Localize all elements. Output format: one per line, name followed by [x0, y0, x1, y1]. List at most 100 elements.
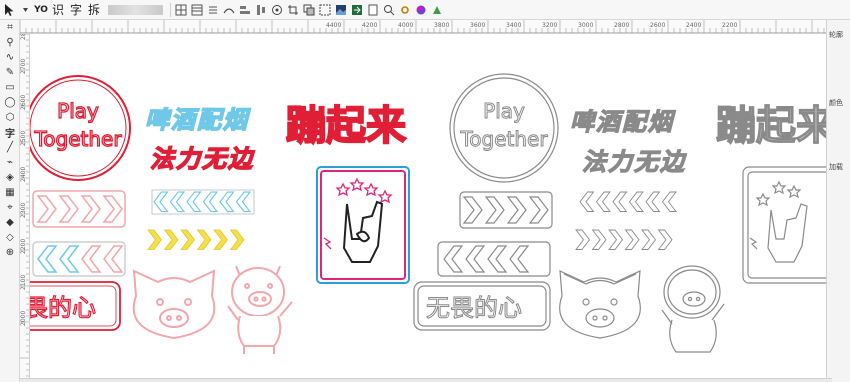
ellipse-tool-icon[interactable]: ◯ — [0, 95, 20, 110]
vertical-ruler: 2800 2700 2600 2500 2400 2300 2200 2100 … — [20, 34, 30, 382]
ruler-label: 2200 — [722, 22, 738, 29]
chevrons-outline-left[interactable] — [575, 191, 677, 250]
page-icon[interactable] — [366, 2, 380, 18]
horizontal-ruler: 4400 4200 4000 3800 3600 3400 3200 3000 … — [20, 20, 832, 34]
text-button[interactable]: 字 — [68, 2, 84, 18]
pig-face-pink[interactable] — [132, 269, 216, 340]
add-tool-icon[interactable]: ⊕ — [0, 245, 20, 260]
ruler-label: 4000 — [398, 22, 414, 29]
docker-tab-load[interactable]: 加载 — [829, 162, 849, 172]
docker-tab-outline[interactable]: 轮廓 — [829, 30, 849, 40]
status-bar — [20, 378, 832, 382]
fear-heart-badge-left[interactable]: 畏的心 — [30, 281, 121, 331]
freehand-tool-icon[interactable]: ∿ — [0, 50, 20, 65]
chevrons-outline-right[interactable] — [459, 191, 553, 229]
beer-text[interactable]: 啤酒配烟 — [144, 104, 251, 135]
artistic-media-icon[interactable]: ✎ — [0, 65, 20, 80]
badge-line2-outline: Together — [459, 127, 548, 151]
ruler-label: 2400 — [686, 22, 702, 29]
ruler-label: 3400 — [506, 22, 522, 29]
ruler-label: 4200 — [362, 22, 378, 29]
ruler-label: 4400 — [326, 22, 342, 29]
fear-text-outline: 无畏的心 — [426, 294, 522, 322]
artwork-svg: Play Together 啤酒配烟 法力无边 蹦起来 畏的心 Play Tog… — [30, 73, 826, 354]
ruler-label: 3200 — [542, 22, 558, 29]
ruler-label: 3000 — [578, 22, 594, 29]
ruler-label: 2700 — [20, 58, 27, 74]
line-tool-icon[interactable]: ╱ — [0, 140, 20, 155]
eyedropper-tool-icon[interactable]: ⌖ — [0, 200, 20, 215]
split-button[interactable]: 拆 — [86, 2, 102, 18]
beer-text-outline[interactable]: 啤酒配烟 — [569, 106, 676, 136]
curve-icon[interactable] — [222, 2, 236, 18]
mixed-chevrons[interactable] — [32, 241, 126, 277]
fa-text-outline[interactable]: 法力无边 — [581, 146, 687, 176]
ruler-label: 2200 — [20, 238, 27, 254]
ruler-label: 2100 — [20, 274, 27, 290]
distribute-icon[interactable] — [254, 2, 268, 18]
settings-icon[interactable] — [398, 2, 412, 18]
cyan-chevrons[interactable] — [151, 189, 255, 215]
left-toolbox: ⌗ ⚲ ∿ ✎ ▭ ◯ ⬡ 字 ╱ ⌁ ◈ ▦ ⌖ ◆ ◇ ⊕ — [0, 20, 20, 382]
fill-tool-icon[interactable]: ◆ — [0, 215, 20, 230]
pig-face-outline[interactable] — [559, 270, 641, 339]
pig-standing-outline[interactable] — [661, 265, 725, 353]
ruler-label: 2600 — [650, 22, 666, 29]
grid-icon[interactable] — [174, 2, 188, 18]
dropdown-arrow-icon[interactable] — [18, 2, 32, 18]
fear-heart-badge-outline[interactable]: 无畏的心 — [413, 281, 551, 331]
ruler-label: 2500 — [20, 130, 27, 146]
drawing-canvas[interactable]: Play Together 啤酒配烟 法力无边 蹦起来 畏的心 Play Tog… — [30, 34, 826, 378]
badge-line1: Play — [57, 99, 99, 123]
weld-icon[interactable] — [302, 2, 316, 18]
chevrons-outline-bottom[interactable] — [437, 241, 551, 277]
pink-chevrons[interactable] — [32, 190, 126, 228]
top-toolbar: YO 识 字 拆 — [0, 0, 850, 20]
interactive-tool-icon[interactable]: ◈ — [0, 170, 20, 185]
blurred-region — [108, 4, 164, 15]
yellow-chevrons[interactable] — [147, 229, 245, 250]
toolbar-separator — [170, 2, 172, 17]
transparency-tool-icon[interactable]: ▦ — [0, 185, 20, 200]
ruler-label: 2600 — [20, 94, 27, 110]
rectangle-tool-icon[interactable]: ▭ — [0, 80, 20, 95]
play-together-badge-outline[interactable]: Play Together — [449, 73, 559, 183]
crop-icon[interactable] — [286, 2, 300, 18]
connector-tool-icon[interactable]: ⌁ — [0, 155, 20, 170]
ruler-label: 2000 — [20, 310, 27, 326]
ruler-label: 2800 — [20, 34, 27, 40]
right-docker: 轮廓 颜色 加载 — [826, 20, 850, 382]
ruler-label: 3600 — [470, 22, 486, 29]
zoom-icon[interactable] — [382, 2, 396, 18]
title-text-outline[interactable]: 蹦起来 — [715, 102, 826, 149]
title-text[interactable]: 蹦起来 — [285, 102, 407, 150]
plugin-icon[interactable] — [430, 2, 444, 18]
align-icon[interactable] — [238, 2, 252, 18]
node-icon[interactable] — [318, 2, 332, 18]
yo-tool-icon[interactable]: YO — [34, 2, 48, 18]
rock-hand-sign[interactable] — [316, 166, 410, 284]
play-together-badge[interactable]: Play Together — [30, 75, 131, 181]
docker-tab-color[interactable]: 颜色 — [829, 98, 849, 108]
table-icon[interactable] — [190, 2, 204, 18]
text-tool-icon[interactable]: 字 — [0, 125, 20, 140]
export-icon[interactable] — [350, 2, 364, 18]
badge-line1-outline: Play — [483, 99, 525, 123]
fear-text-left: 畏的心 — [30, 294, 96, 322]
crop-tool-icon[interactable]: ⌗ — [0, 20, 20, 35]
zoom-tool-icon[interactable]: ⚲ — [0, 35, 20, 50]
ruler-label: 2300 — [20, 202, 27, 218]
fa-text[interactable]: 法力无边 — [149, 143, 255, 174]
target-icon[interactable] — [270, 2, 284, 18]
image-icon[interactable] — [334, 2, 348, 18]
outline-tool-icon[interactable]: ◇ — [0, 230, 20, 245]
color-ball-icon[interactable] — [414, 2, 428, 18]
polygon-tool-icon[interactable]: ⬡ — [0, 110, 20, 125]
badge-line2: Together — [33, 127, 122, 151]
pig-standing-pink[interactable] — [227, 265, 293, 354]
pick-tool-icon[interactable] — [2, 2, 16, 18]
list-icon[interactable] — [206, 2, 220, 18]
app-window: YO 识 字 拆 ⌗ ⚲ ∿ ✎ ▭ ◯ ⬡ 字 ╱ ⌁ ◈ ▦ ⌖ ◆ ◇ ⊕… — [0, 0, 850, 382]
recognize-button[interactable]: 识 — [50, 2, 66, 18]
rock-hand-outline[interactable] — [742, 166, 826, 284]
